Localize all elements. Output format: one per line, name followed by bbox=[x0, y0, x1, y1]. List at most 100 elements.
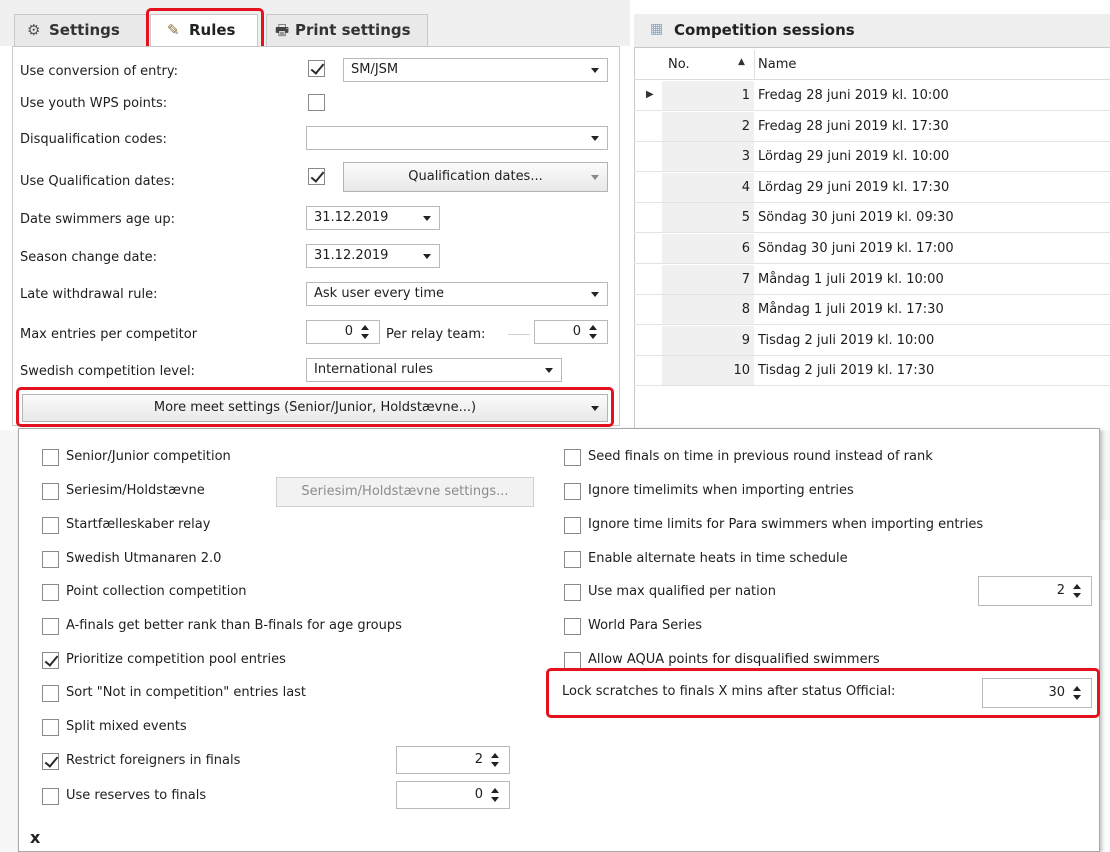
late-withdrawal-select[interactable]: Ask user every time bbox=[306, 282, 608, 306]
season-change-date[interactable]: 31.12.2019 bbox=[306, 244, 440, 268]
swedish-level-select[interactable]: International rules bbox=[306, 358, 562, 382]
table-row[interactable]: 10 Tisdag 2 juli 2019 kl. 17:30 bbox=[634, 356, 1110, 387]
spin-down-icon[interactable] bbox=[1073, 593, 1081, 598]
left-option-label-10[interactable]: Use reserves to finals bbox=[66, 788, 206, 803]
session-number: 7 bbox=[662, 264, 754, 294]
qualification-dates-button[interactable]: Qualification dates... bbox=[343, 162, 608, 192]
left-option-label-4[interactable]: Point collection competition bbox=[66, 584, 247, 599]
session-number: 4 bbox=[662, 172, 754, 202]
table-row[interactable]: 9 Tisdag 2 juli 2019 kl. 10:00 bbox=[634, 325, 1110, 356]
session-name: Måndag 1 juli 2019 kl. 10:00 bbox=[758, 271, 944, 287]
seriesim-settings-button[interactable]: Seriesim/Holdstævne settings... bbox=[276, 477, 534, 507]
tab-settings[interactable]: ⚙ Settings bbox=[14, 14, 148, 46]
conversion-select[interactable]: SM/JSM bbox=[343, 58, 608, 82]
table-row[interactable]: 6 Söndag 30 juni 2019 kl. 17:00 bbox=[634, 234, 1110, 264]
swedish-level-label: Swedish competition level: bbox=[20, 364, 195, 379]
session-name: Lördag 29 juni 2019 kl. 10:00 bbox=[758, 149, 950, 165]
right-option-label-0[interactable]: Seed finals on time in previous round in… bbox=[588, 449, 933, 464]
spin-down-icon[interactable] bbox=[491, 762, 499, 767]
max-qualified-stepper[interactable]: 2 bbox=[978, 576, 1092, 606]
table-row[interactable]: 8 Måndag 1 juli 2019 kl. 17:30 bbox=[634, 295, 1110, 326]
left-checkbox-2[interactable] bbox=[42, 517, 59, 534]
left-checkbox-3[interactable] bbox=[42, 551, 59, 568]
left-checkbox-1[interactable] bbox=[42, 483, 59, 500]
left-option-label-0[interactable]: Senior/Junior competition bbox=[66, 449, 231, 464]
chevron-down-icon bbox=[591, 68, 599, 73]
tab-print-settings[interactable]: 🖶 Print settings bbox=[266, 14, 428, 46]
divider bbox=[754, 50, 755, 80]
left-checkbox-4[interactable] bbox=[42, 584, 59, 601]
relay-team-value: 0 bbox=[572, 324, 581, 339]
right-checkbox-1[interactable] bbox=[564, 483, 581, 500]
session-name: Fredag 28 juni 2019 kl. 10:00 bbox=[758, 88, 949, 103]
right-option-label-5[interactable]: World Para Series bbox=[588, 618, 702, 633]
right-option-label-2[interactable]: Ignore time limits for Para swimmers whe… bbox=[588, 517, 983, 532]
table-row[interactable]: 3 Lördag 29 juni 2019 kl. 10:00 bbox=[634, 142, 1110, 173]
relay-team-stepper[interactable]: 0 bbox=[534, 320, 608, 344]
left-option-label-3[interactable]: Swedish Utmanaren 2.0 bbox=[66, 551, 221, 566]
left-option-label-1[interactable]: Seriesim/Holdstævne bbox=[66, 483, 205, 498]
close-icon[interactable]: x bbox=[30, 828, 40, 847]
chevron-down-icon bbox=[423, 216, 431, 221]
right-option-label-4[interactable]: Use max qualified per nation bbox=[588, 584, 776, 599]
left-checkbox-0[interactable] bbox=[42, 449, 59, 466]
left-option-label-8[interactable]: Split mixed events bbox=[66, 719, 187, 734]
row-indicator-icon: ▶ bbox=[646, 89, 654, 100]
right-checkbox-4[interactable] bbox=[564, 584, 581, 601]
column-header-name[interactable]: Name bbox=[758, 57, 796, 72]
lock-scratches-highlight bbox=[546, 668, 1100, 718]
spin-down-icon[interactable] bbox=[491, 797, 499, 802]
more-settings-highlight bbox=[16, 387, 614, 427]
spin-up-icon[interactable] bbox=[589, 325, 597, 330]
right-checkbox-0[interactable] bbox=[564, 449, 581, 466]
sort-asc-icon: ▲ bbox=[738, 57, 745, 67]
season-change-label: Season change date: bbox=[20, 250, 157, 265]
spin-up-icon[interactable] bbox=[361, 325, 369, 330]
right-checkbox-6[interactable] bbox=[564, 652, 581, 669]
left-checkbox-7[interactable] bbox=[42, 685, 59, 702]
table-row[interactable]: 2 Fredag 28 juni 2019 kl. 17:30 bbox=[634, 111, 1110, 142]
spin-down-icon[interactable] bbox=[589, 334, 597, 339]
right-checkbox-2[interactable] bbox=[564, 517, 581, 534]
table-row[interactable]: 5 Söndag 30 juni 2019 kl. 09:30 bbox=[634, 203, 1110, 234]
spin-down-icon[interactable] bbox=[361, 334, 369, 339]
spin-up-icon[interactable] bbox=[491, 753, 499, 758]
use-conversion-checkbox[interactable] bbox=[308, 60, 325, 77]
chevron-down-icon bbox=[423, 254, 431, 259]
left-option-label-5[interactable]: A-finals get better rank than B-finals f… bbox=[66, 618, 402, 633]
restrict-foreigners-stepper[interactable]: 2 bbox=[396, 746, 510, 774]
left-option-label-2[interactable]: Startfælleskaber relay bbox=[66, 517, 210, 532]
left-checkbox-10[interactable] bbox=[42, 788, 59, 805]
left-checkbox-6[interactable] bbox=[42, 652, 59, 669]
dq-codes-label: Disqualification codes: bbox=[20, 132, 167, 147]
right-option-label-6[interactable]: Allow AQUA points for disqualified swimm… bbox=[588, 652, 880, 667]
qual-dates-checkbox[interactable] bbox=[308, 168, 325, 185]
table-row[interactable]: 4 Lördag 29 juni 2019 kl. 17:30 bbox=[634, 172, 1110, 203]
dq-codes-select[interactable] bbox=[306, 126, 608, 150]
spin-up-icon[interactable] bbox=[1073, 584, 1081, 589]
youth-wps-checkbox[interactable] bbox=[308, 94, 325, 111]
right-option-label-3[interactable]: Enable alternate heats in time schedule bbox=[588, 551, 848, 566]
table-row[interactable]: 7 Måndag 1 juli 2019 kl. 10:00 bbox=[634, 264, 1110, 295]
left-option-label-9[interactable]: Restrict foreigners in finals bbox=[66, 753, 240, 768]
session-number: 10 bbox=[662, 356, 754, 386]
age-up-date[interactable]: 31.12.2019 bbox=[306, 206, 440, 230]
left-option-label-6[interactable]: Prioritize competition pool entries bbox=[66, 652, 286, 667]
tab-settings-label: Settings bbox=[49, 21, 120, 39]
left-checkbox-9[interactable] bbox=[42, 753, 59, 770]
right-option-label-1[interactable]: Ignore timelimits when importing entries bbox=[588, 483, 854, 498]
session-number: 8 bbox=[662, 295, 754, 325]
left-option-label-7[interactable]: Sort "Not in competition" entries last bbox=[66, 685, 306, 700]
session-name: Söndag 30 juni 2019 kl. 17:00 bbox=[758, 241, 954, 256]
use-reserves-stepper[interactable]: 0 bbox=[396, 781, 510, 809]
left-checkbox-5[interactable] bbox=[42, 618, 59, 635]
relay-team-label: Per relay team: bbox=[386, 327, 486, 342]
right-checkbox-5[interactable] bbox=[564, 618, 581, 635]
column-header-no[interactable]: No. bbox=[668, 57, 690, 72]
max-entries-stepper[interactable]: 0 bbox=[306, 320, 380, 344]
max-entries-value: 0 bbox=[344, 324, 353, 339]
right-checkbox-3[interactable] bbox=[564, 551, 581, 568]
left-checkbox-8[interactable] bbox=[42, 719, 59, 736]
spin-up-icon[interactable] bbox=[491, 788, 499, 793]
table-row[interactable]: 1 Fredag 28 juni 2019 kl. 10:00 bbox=[634, 81, 1110, 111]
